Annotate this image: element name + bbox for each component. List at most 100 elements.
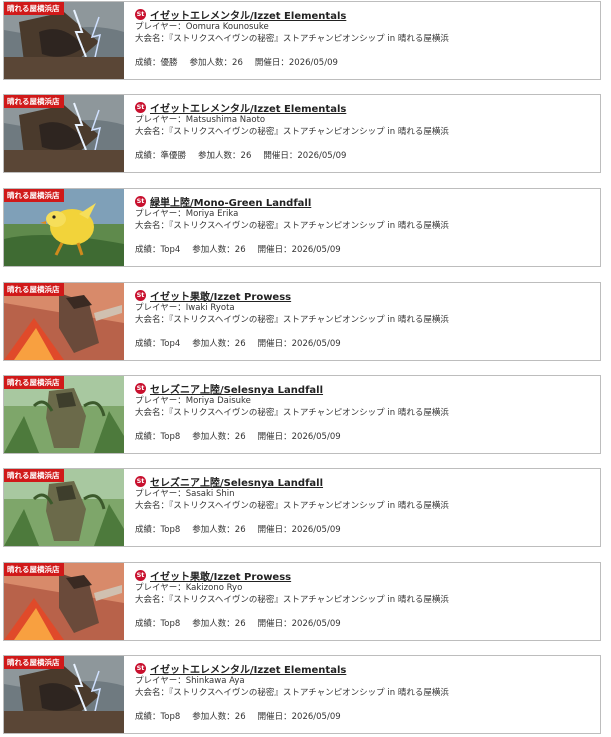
deck-thumbnail[interactable]: 晴れる屋横浜店 <box>4 283 124 360</box>
deck-name-link[interactable]: 緑単上陸/Mono-Green Landfall <box>150 194 311 209</box>
player-line: プレイヤー：Kakizono Ryo <box>135 583 243 593</box>
event-line: 大会名：『ストリクスヘイヴンの秘密』ストアチャンピオンシップ in 晴れる屋横浜 <box>135 221 449 231</box>
player-line: プレイヤー：Oomura Kounosuke <box>135 22 269 32</box>
event-name: 『ストリクスヘイヴンの秘密』ストアチャンピオンシップ in 晴れる屋横浜 <box>169 34 449 44</box>
deck-thumbnail[interactable]: 晴れる屋横浜店 <box>4 376 124 453</box>
event-name: 『ストリクスヘイヴンの秘密』ストアチャンピオンシップ in 晴れる屋横浜 <box>169 221 449 231</box>
stats-line: 成績：Top4 参加人数：26 開催日：2026/05/09 <box>135 245 341 255</box>
deck-name-link[interactable]: セレズニア上陸/Selesnya Landfall <box>150 381 323 396</box>
player-line: プレイヤー：Sasaki Shin <box>135 489 235 499</box>
player-name[interactable]: Iwaki Ryota <box>186 303 235 313</box>
result-value: Top4 <box>160 339 181 349</box>
result-value: 準優勝 <box>160 151 187 161</box>
deck-thumbnail[interactable]: 晴れる屋横浜店 <box>4 189 124 266</box>
store-championship-icon: St <box>135 196 146 207</box>
shop-badge: 晴れる屋横浜店 <box>4 563 64 576</box>
event-name: 『ストリクスヘイヴンの秘密』ストアチャンピオンシップ in 晴れる屋横浜 <box>169 127 449 137</box>
entry-info: St イゼットエレメンタル/Izzet Elementals プレイヤー：Oom… <box>135 8 594 69</box>
list-item: 晴れる屋横浜店 St イゼットエレメンタル/Izzet Elementals プ… <box>3 655 601 734</box>
result-value: Top8 <box>160 712 181 722</box>
store-championship-icon: St <box>135 290 146 301</box>
shop-badge: 晴れる屋横浜店 <box>4 2 64 15</box>
shop-badge: 晴れる屋横浜店 <box>4 376 64 389</box>
deck-name-link[interactable]: セレズニア上陸/Selesnya Landfall <box>150 474 323 489</box>
shop-badge: 晴れる屋横浜店 <box>4 656 64 669</box>
stats-line: 成績：Top8 参加人数：26 開催日：2026/05/09 <box>135 712 341 722</box>
entry-info: St 緑単上陸/Mono-Green Landfall プレイヤー：Moriya… <box>135 195 594 256</box>
deck-name-link[interactable]: イゼットエレメンタル/Izzet Elementals <box>150 661 346 676</box>
date-value: 2026/05/09 <box>291 339 341 349</box>
deck-name-link[interactable]: イゼット果敢/Izzet Prowess <box>150 288 291 303</box>
store-championship-icon: St <box>135 383 146 394</box>
participants-value: 26 <box>234 712 246 722</box>
player-line: プレイヤー：Iwaki Ryota <box>135 303 235 313</box>
event-name: 『ストリクスヘイヴンの秘密』ストアチャンピオンシップ in 晴れる屋横浜 <box>169 315 449 325</box>
player-name[interactable]: Sasaki Shin <box>186 489 235 499</box>
event-name: 『ストリクスヘイヴンの秘密』ストアチャンピオンシップ in 晴れる屋横浜 <box>169 688 449 698</box>
list-item: 晴れる屋横浜店 St イゼット果敢/Izzet Prowess プレイヤー：Iw… <box>3 282 601 361</box>
player-line: プレイヤー：Moriya Erika <box>135 209 239 219</box>
deck-thumbnail[interactable]: 晴れる屋横浜店 <box>4 2 124 79</box>
store-championship-icon: St <box>135 476 146 487</box>
entry-info: St セレズニア上陸/Selesnya Landfall プレイヤー：Moriy… <box>135 382 594 443</box>
store-championship-icon: St <box>135 570 146 581</box>
result-value: Top8 <box>160 432 181 442</box>
entry-info: St セレズニア上陸/Selesnya Landfall プレイヤー：Sasak… <box>135 475 594 536</box>
participants-value: 26 <box>234 432 246 442</box>
list-item: 晴れる屋横浜店 St イゼットエレメンタル/Izzet Elementals プ… <box>3 1 601 80</box>
entry-info: St イゼットエレメンタル/Izzet Elementals プレイヤー：Mat… <box>135 101 594 162</box>
participants-value: 26 <box>234 619 246 629</box>
player-line: プレイヤー：Moriya Daisuke <box>135 396 251 406</box>
player-name[interactable]: Moriya Daisuke <box>186 396 251 406</box>
player-name[interactable]: Moriya Erika <box>186 209 239 219</box>
deck-thumbnail[interactable]: 晴れる屋横浜店 <box>4 656 124 733</box>
store-championship-icon: St <box>135 9 146 20</box>
stats-line: 成績：Top4 参加人数：26 開催日：2026/05/09 <box>135 339 341 349</box>
participants-value: 26 <box>234 525 246 535</box>
participants-value: 26 <box>234 245 246 255</box>
entry-info: St イゼット果敢/Izzet Prowess プレイヤー：Iwaki Ryot… <box>135 289 594 350</box>
date-value: 2026/05/09 <box>291 525 341 535</box>
shop-badge: 晴れる屋横浜店 <box>4 189 64 202</box>
deck-thumbnail[interactable]: 晴れる屋横浜店 <box>4 469 124 546</box>
participants-value: 26 <box>234 339 246 349</box>
deck-name-link[interactable]: イゼットエレメンタル/Izzet Elementals <box>150 100 346 115</box>
date-value: 2026/05/09 <box>291 245 341 255</box>
event-name: 『ストリクスヘイヴンの秘密』ストアチャンピオンシップ in 晴れる屋横浜 <box>169 595 449 605</box>
event-line: 大会名：『ストリクスヘイヴンの秘密』ストアチャンピオンシップ in 晴れる屋横浜 <box>135 315 449 325</box>
list-item: 晴れる屋横浜店 St 緑単上陸/Mono-Green Landfall プレイヤ… <box>3 188 601 267</box>
date-value: 2026/05/09 <box>291 432 341 442</box>
date-value: 2026/05/09 <box>291 619 341 629</box>
entry-info: St イゼット果敢/Izzet Prowess プレイヤー：Kakizono R… <box>135 569 594 630</box>
list-item: 晴れる屋横浜店 St セレズニア上陸/Selesnya Landfall プレイ… <box>3 468 601 547</box>
stats-line: 成績：Top8 参加人数：26 開催日：2026/05/09 <box>135 525 341 535</box>
shop-badge: 晴れる屋横浜店 <box>4 95 64 108</box>
store-championship-icon: St <box>135 663 146 674</box>
deck-name-link[interactable]: イゼットエレメンタル/Izzet Elementals <box>150 7 346 22</box>
result-value: 優勝 <box>160 58 178 68</box>
deck-thumbnail[interactable]: 晴れる屋横浜店 <box>4 95 124 172</box>
date-value: 2026/05/09 <box>288 58 338 68</box>
event-line: 大会名：『ストリクスヘイヴンの秘密』ストアチャンピオンシップ in 晴れる屋横浜 <box>135 501 449 511</box>
event-line: 大会名：『ストリクスヘイヴンの秘密』ストアチャンピオンシップ in 晴れる屋横浜 <box>135 688 449 698</box>
player-name[interactable]: Shinkawa Aya <box>186 676 245 686</box>
player-name[interactable]: Oomura Kounosuke <box>186 22 269 32</box>
deck-thumbnail[interactable]: 晴れる屋横浜店 <box>4 563 124 640</box>
event-line: 大会名：『ストリクスヘイヴンの秘密』ストアチャンピオンシップ in 晴れる屋横浜 <box>135 127 449 137</box>
player-line: プレイヤー：Matsushima Naoto <box>135 115 266 125</box>
list-item: 晴れる屋横浜店 St イゼットエレメンタル/Izzet Elementals プ… <box>3 94 601 173</box>
shop-badge: 晴れる屋横浜店 <box>4 469 64 482</box>
store-championship-icon: St <box>135 102 146 113</box>
player-line: プレイヤー：Shinkawa Aya <box>135 676 245 686</box>
event-line: 大会名：『ストリクスヘイヴンの秘密』ストアチャンピオンシップ in 晴れる屋横浜 <box>135 34 449 44</box>
shop-badge: 晴れる屋横浜店 <box>4 283 64 296</box>
result-value: Top8 <box>160 619 181 629</box>
date-value: 2026/05/09 <box>297 151 347 161</box>
deck-name-link[interactable]: イゼット果敢/Izzet Prowess <box>150 568 291 583</box>
player-name[interactable]: Kakizono Ryo <box>186 583 243 593</box>
player-name[interactable]: Matsushima Naoto <box>186 115 265 125</box>
event-line: 大会名：『ストリクスヘイヴンの秘密』ストアチャンピオンシップ in 晴れる屋横浜 <box>135 595 449 605</box>
participants-value: 26 <box>240 151 252 161</box>
event-line: 大会名：『ストリクスヘイヴンの秘密』ストアチャンピオンシップ in 晴れる屋横浜 <box>135 408 449 418</box>
stats-line: 成績：Top8 参加人数：26 開催日：2026/05/09 <box>135 619 341 629</box>
